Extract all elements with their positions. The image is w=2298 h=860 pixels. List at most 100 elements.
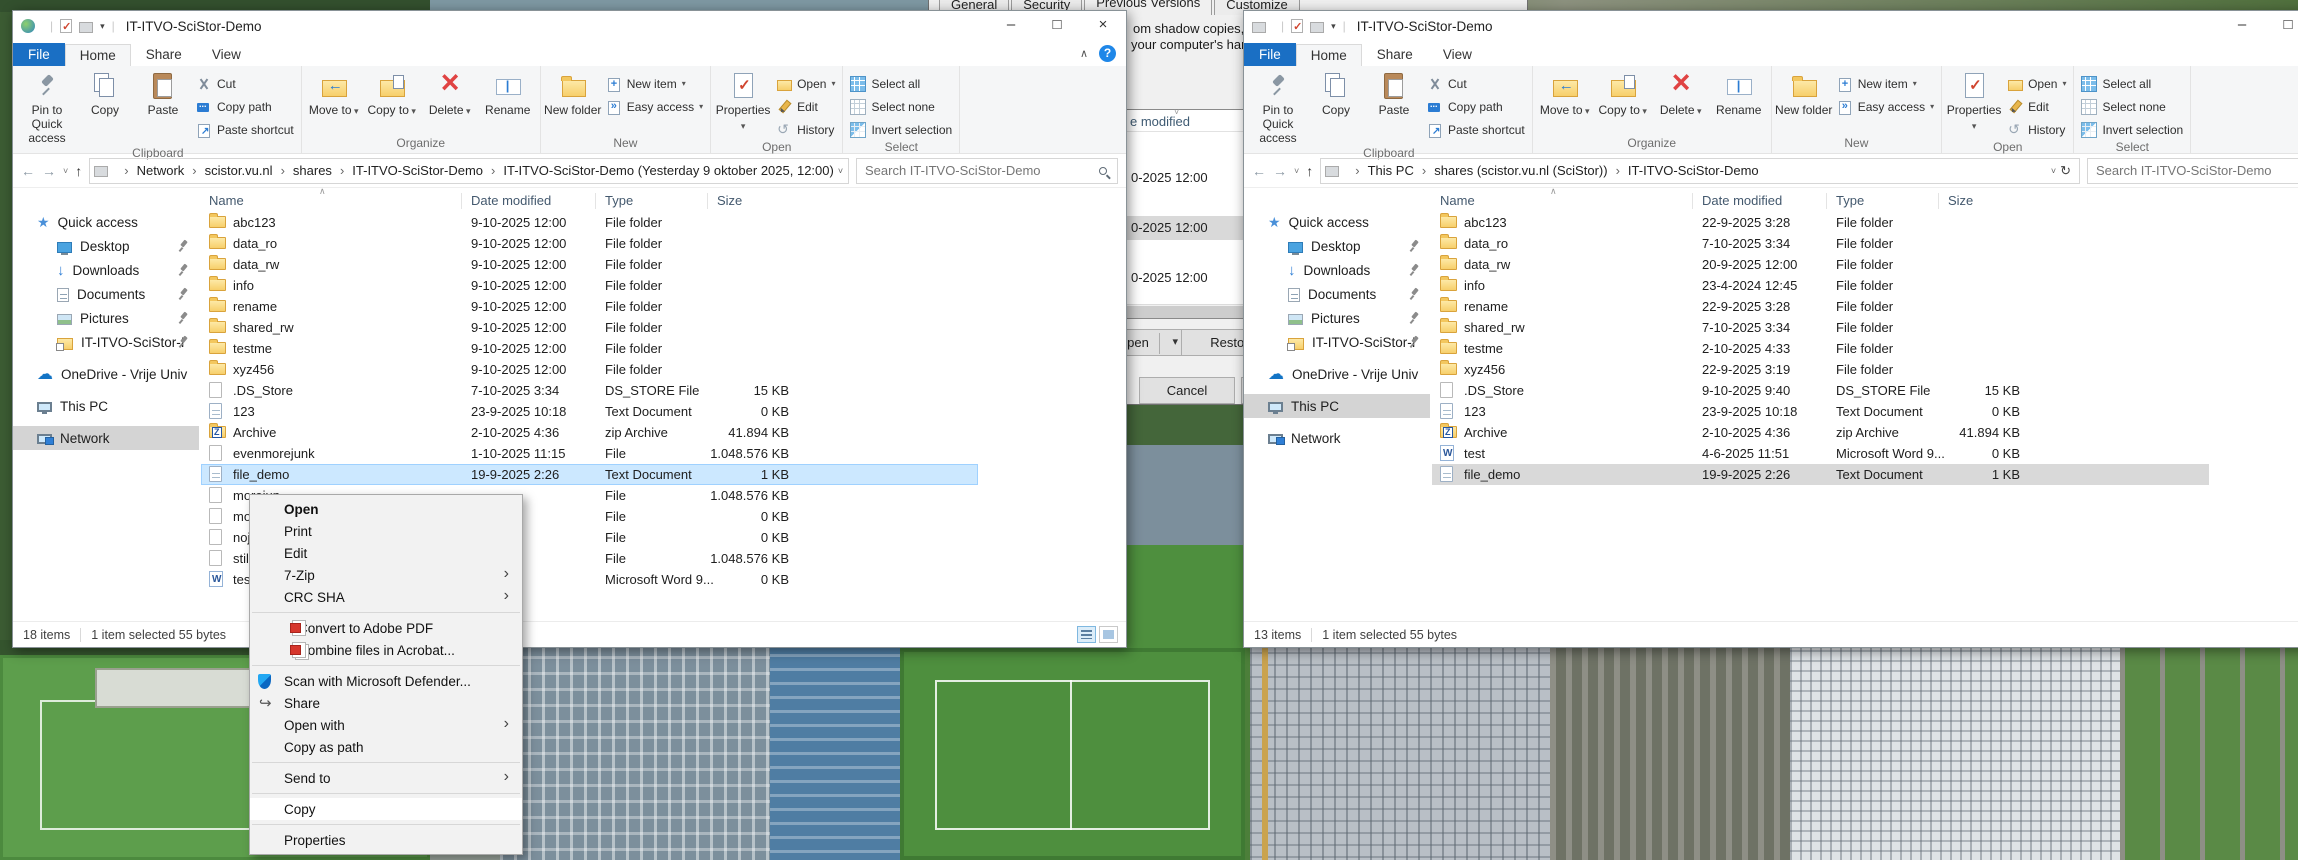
file-row[interactable]: rename 9-10-2025 12:00 File folder	[201, 296, 978, 317]
context-menu-item[interactable]: Open with	[250, 714, 522, 736]
search-icon[interactable]	[1099, 166, 1107, 175]
column-header-size[interactable]: Size	[1937, 193, 1973, 209]
qat-customize-caret-icon[interactable]: ▾	[1331, 21, 1336, 32]
ribbon-button[interactable]: Move to	[305, 68, 363, 135]
address-caret-icon[interactable]: ˅	[834, 166, 847, 176]
ribbon-button[interactable]: Delete	[421, 64, 479, 135]
ribbon-button[interactable]: Pin to Quick access	[18, 68, 76, 145]
ribbon-button[interactable]: Easy access	[606, 97, 703, 116]
sidebar-item[interactable]: This PC	[1244, 394, 1430, 418]
ribbon-button[interactable]: Cut	[1427, 74, 1525, 93]
ribbon-button[interactable]: Rename	[1710, 68, 1768, 135]
qat-new-folder-icon[interactable]	[79, 21, 94, 33]
context-menu-item[interactable]: Convert to Adobe PDF	[250, 617, 522, 639]
file-row[interactable]: test 4-6-2025 11:51 Microsoft Word 9... …	[1432, 443, 2209, 464]
ribbon-button[interactable]: Select none	[2081, 97, 2183, 116]
qat-properties-icon[interactable]	[1291, 19, 1304, 33]
ribbon-button[interactable]: Paste shortcut	[1427, 120, 1525, 139]
sidebar-item[interactable]: Desktop	[13, 234, 199, 258]
sidebar-item[interactable]: Downloads	[1244, 258, 1430, 282]
minimize-button[interactable]: –	[988, 11, 1034, 41]
ribbon-button[interactable]: Properties	[1945, 68, 2003, 139]
back-arrow-icon[interactable]: ←	[21, 163, 35, 179]
back-arrow-icon[interactable]: ←	[1252, 163, 1266, 179]
ribbon-button[interactable]: Copy	[76, 68, 134, 145]
ribbon-button[interactable]: Select all	[850, 74, 952, 93]
sidebar-item[interactable]: Network	[1244, 426, 1430, 450]
ribbon-button[interactable]: New folder	[1775, 68, 1833, 135]
ribbon-button[interactable]: Select none	[850, 97, 952, 116]
ribbon-button[interactable]: Edit	[776, 97, 835, 116]
ribbon-button[interactable]: Properties	[714, 68, 772, 139]
minimize-button[interactable]: –	[2219, 11, 2265, 41]
title-bar[interactable]: | ▾ | IT-ITVO-SciStor-Demo – □ ×	[13, 11, 1126, 41]
file-row[interactable]: data_ro 9-10-2025 12:00 File folder	[201, 233, 978, 254]
file-row[interactable]: info 23-4-2024 12:45 File folder	[1432, 275, 2209, 296]
ribbon-tab[interactable]: File	[1244, 43, 1296, 66]
context-menu-item[interactable]: Scan with Microsoft Defender...	[250, 670, 522, 692]
ribbon-button[interactable]: New item	[606, 74, 703, 93]
file-row[interactable]: xyz456 22-9-2025 3:19 File folder	[1432, 359, 2209, 380]
ribbon-button[interactable]: Paste	[1365, 68, 1423, 145]
sidebar-item[interactable]: Downloads	[13, 258, 199, 282]
file-row[interactable]: xyz456 9-10-2025 12:00 File folder	[201, 359, 978, 380]
column-header-name[interactable]: Name	[209, 193, 244, 208]
ribbon-button[interactable]: Copy	[1307, 68, 1365, 145]
ribbon-button[interactable]: Pin to Quick access	[1249, 68, 1307, 145]
up-arrow-icon[interactable]: ↑	[1306, 163, 1313, 179]
file-row[interactable]: Archive 2-10-2025 4:36 zip Archive 41.89…	[1432, 422, 2209, 443]
ribbon-tab[interactable]: View	[1428, 43, 1487, 66]
context-menu-item[interactable]: Edit	[250, 542, 522, 564]
file-row[interactable]: testme 2-10-2025 4:33 File folder	[1432, 338, 2209, 359]
ribbon-button[interactable]: Paste shortcut	[196, 120, 294, 139]
breadcrumb-segment[interactable]: This PC	[1347, 163, 1414, 178]
file-row[interactable]: abc123 22-9-2025 3:28 File folder	[1432, 212, 2209, 233]
file-row[interactable]: data_ro 7-10-2025 3:34 File folder	[1432, 233, 2209, 254]
file-row[interactable]: data_rw 20-9-2025 12:00 File folder	[1432, 254, 2209, 275]
ribbon-button[interactable]: Rename	[479, 68, 537, 135]
context-menu-item[interactable]: Print	[250, 520, 522, 542]
forward-arrow-icon[interactable]: →	[1273, 163, 1287, 179]
context-menu-item[interactable]: Send to	[250, 767, 522, 794]
file-row[interactable]: .DS_Store 7-10-2025 3:34 DS_STORE File 1…	[201, 380, 978, 401]
context-menu-item[interactable]: Properties	[250, 829, 522, 851]
forward-arrow-icon[interactable]: →	[42, 163, 56, 179]
ribbon-button[interactable]: History	[776, 120, 835, 139]
qat-properties-icon[interactable]	[60, 19, 73, 33]
context-menu-item[interactable]: Share	[250, 692, 522, 714]
file-row[interactable]: shared_rw 9-10-2025 12:00 File folder	[201, 317, 978, 338]
context-menu-item[interactable]: Combine files in Acrobat...	[250, 639, 522, 666]
ribbon-button[interactable]: Invert selection	[2081, 120, 2183, 139]
ribbon-button[interactable]: Move to	[1536, 68, 1594, 135]
breadcrumb-segment[interactable]: IT-ITVO-SciStor-Demo (Yesterday 9 oktobe…	[483, 163, 833, 178]
ribbon-button[interactable]: Copy to	[1594, 68, 1652, 135]
context-menu-item[interactable]: Copy	[250, 798, 522, 825]
ribbon-button[interactable]: New folder	[544, 68, 602, 135]
breadcrumb[interactable]: This PCshares (scistor.vu.nl (SciStor))I…	[1320, 157, 2080, 184]
file-row[interactable]: rename 22-9-2025 3:28 File folder	[1432, 296, 2209, 317]
ribbon-tab[interactable]: Share	[131, 43, 197, 66]
sidebar-item[interactable]: This PC	[13, 394, 199, 418]
context-menu-item[interactable]: 7-Zip	[250, 564, 522, 586]
breadcrumb-segment[interactable]: scistor.vu.nl	[184, 163, 273, 178]
sidebar-item[interactable]: OneDrive - Vrije Univ	[1244, 362, 1430, 386]
help-icon[interactable]: ?	[1099, 45, 1116, 62]
ribbon-button[interactable]: Delete	[1652, 64, 1710, 135]
sidebar-item[interactable]: Documents	[13, 282, 199, 306]
file-row[interactable]: 123 23-9-2025 10:18 Text Document 0 KB	[201, 401, 978, 422]
ribbon-button[interactable]: History	[2007, 120, 2066, 139]
sidebar-item[interactable]: Network	[13, 426, 199, 450]
ribbon-tab[interactable]: View	[197, 43, 256, 66]
file-row[interactable]: evenmorejunk 1-10-2025 11:15 File 1.048.…	[201, 443, 978, 464]
ribbon-button[interactable]: Open	[776, 74, 835, 93]
breadcrumb-segment[interactable]: IT-ITVO-SciStor-Demo	[1608, 163, 1759, 178]
ribbon-button[interactable]: Edit	[2007, 97, 2066, 116]
address-caret-icon[interactable]: ˅	[2047, 166, 2060, 176]
sidebar-item[interactable]: Quick access	[13, 210, 199, 234]
ribbon-button[interactable]: Copy path	[196, 97, 294, 116]
file-row[interactable]: abc123 9-10-2025 12:00 File folder	[201, 212, 978, 233]
ribbon-button[interactable]: Select all	[2081, 74, 2183, 93]
maximize-button[interactable]: □	[1034, 11, 1080, 41]
ribbon-tab[interactable]: Home	[1295, 44, 1362, 66]
history-caret-icon[interactable]: ˅	[63, 166, 68, 176]
